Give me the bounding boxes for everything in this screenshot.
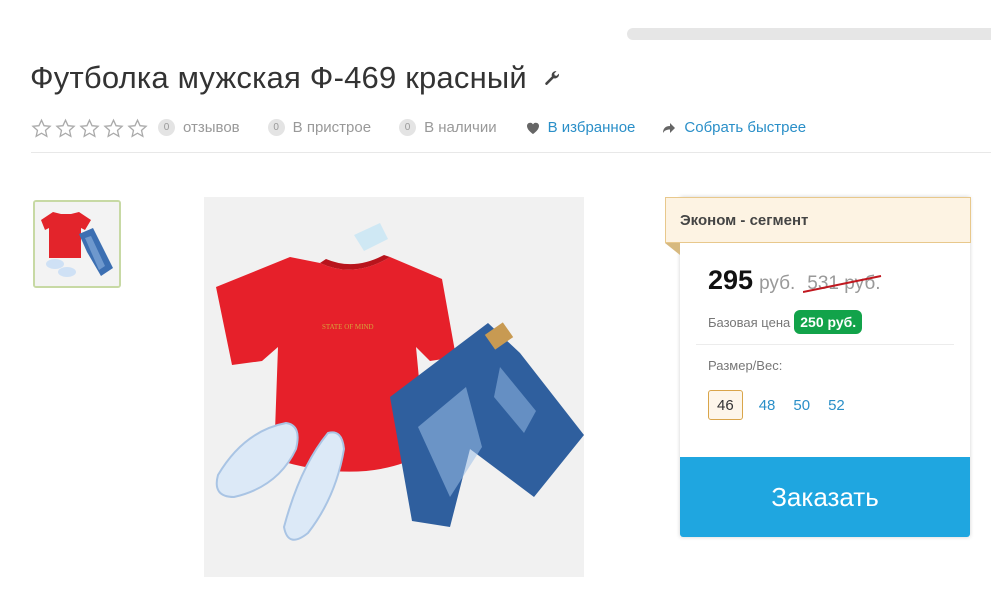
thumbnail-image <box>35 202 119 286</box>
rating-stars[interactable] <box>31 118 148 139</box>
size-option-52[interactable]: 52 <box>828 390 845 420</box>
size-option-50[interactable]: 50 <box>793 390 810 420</box>
current-price: 295 <box>708 265 754 295</box>
product-meta-row: 0 отзывов 0 В пристрое 0 В наличии В изб… <box>31 118 991 153</box>
size-label: Размер/Вес: <box>708 358 783 373</box>
compare-count: 0 В пристрое <box>267 119 372 136</box>
stock-count-badge: 0 <box>399 119 417 136</box>
price-currency: руб. <box>759 273 796 294</box>
size-selector: 46 48 50 52 <box>708 390 863 420</box>
heart-icon <box>526 122 539 134</box>
share-arrow-icon <box>663 122 676 133</box>
wrench-icon[interactable] <box>543 69 561 87</box>
reviews-label: отзывов <box>183 119 240 136</box>
star-empty-icon[interactable] <box>55 118 76 139</box>
old-price: 531 руб. <box>803 273 882 295</box>
star-empty-icon[interactable] <box>103 118 124 139</box>
reviews-count[interactable]: 0 отзывов <box>158 119 240 136</box>
stock-count: 0 В наличии <box>399 119 497 136</box>
quick-build-link[interactable]: Собрать быстрее <box>661 119 806 136</box>
strike-line <box>803 275 882 293</box>
divider <box>696 344 954 345</box>
segment-ribbon: Эконом - сегмент <box>665 197 971 243</box>
tshirt-print-text: STATE OF MIND <box>322 323 374 331</box>
reviews-count-badge: 0 <box>158 119 175 136</box>
product-thumbnail[interactable] <box>33 200 121 288</box>
page-title: Футболка мужская Ф-469 красный <box>30 60 527 95</box>
product-photo: STATE OF MIND <box>204 197 584 577</box>
segment-ribbon-fold <box>665 243 680 255</box>
size-option-48[interactable]: 48 <box>759 390 776 420</box>
title-row: Футболка мужская Ф-469 красный <box>30 60 561 96</box>
quick-build-label: Собрать быстрее <box>684 119 807 136</box>
size-option-46[interactable]: 46 <box>708 390 743 420</box>
compare-count-badge: 0 <box>267 119 285 136</box>
stock-label: В наличии <box>424 119 497 136</box>
add-to-favorites-link[interactable]: В избранное <box>525 119 636 136</box>
price-row: 295 руб. 531 руб. <box>708 265 882 296</box>
base-price-badge: 250 руб. <box>794 310 863 334</box>
product-main-image[interactable]: STATE OF MIND <box>204 197 584 577</box>
star-empty-icon[interactable] <box>79 118 100 139</box>
order-button[interactable]: Заказать <box>680 457 970 537</box>
star-empty-icon[interactable] <box>127 118 148 139</box>
base-price-label: Базовая цена <box>708 314 791 330</box>
top-search-bar <box>627 28 991 40</box>
favorites-label: В избранное <box>547 119 636 136</box>
compare-label: В пристрое <box>292 119 372 136</box>
star-empty-icon[interactable] <box>31 118 52 139</box>
base-price-row: Базовая цена 250 руб. <box>708 310 863 334</box>
